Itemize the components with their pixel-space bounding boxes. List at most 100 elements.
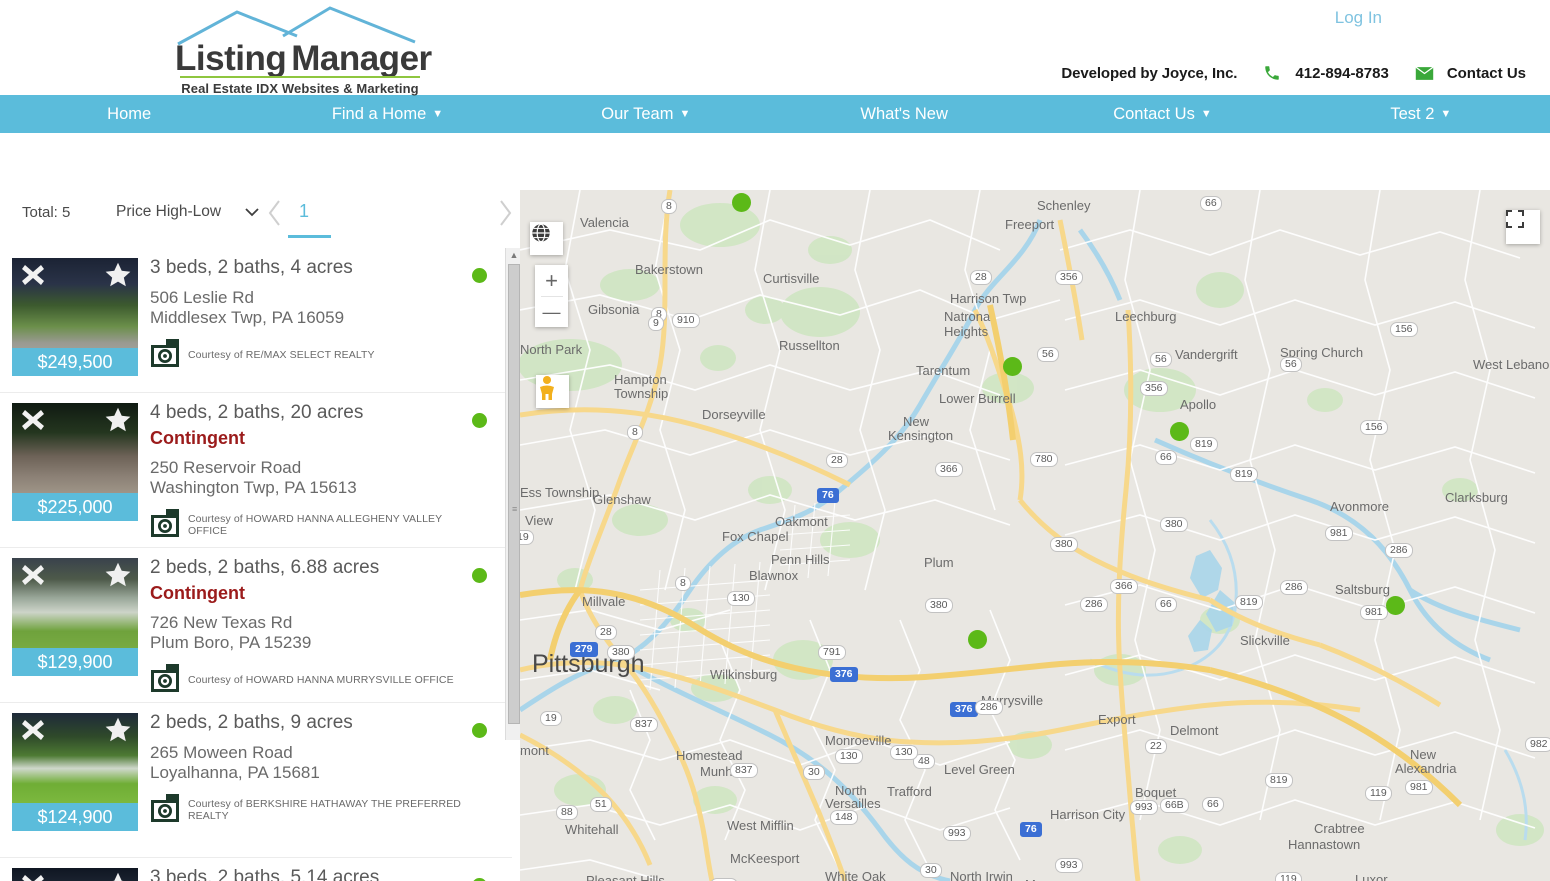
pagination-page-1[interactable]: 1 <box>299 201 309 222</box>
listings-list[interactable]: $249,500 3 beds, 2 baths, 4 acres 506 Lesl… <box>0 248 512 881</box>
map-place-label: Natrona <box>944 309 991 324</box>
close-x-icon[interactable] <box>20 717 46 743</box>
listing-thumbnail[interactable]: $225,000 <box>12 403 138 521</box>
address-line-1: 250 Reservoir Road <box>150 458 302 477</box>
close-x-icon[interactable] <box>20 407 46 433</box>
contact-us-link[interactable]: Contact Us <box>1447 65 1526 82</box>
map-zoom-in-button[interactable]: + <box>535 265 568 296</box>
map-route-shield: 376 <box>830 667 858 682</box>
star-icon[interactable] <box>104 261 132 289</box>
nav-item-home[interactable]: Home <box>0 105 258 124</box>
star-icon[interactable] <box>104 716 132 744</box>
listing-thumbnail[interactable] <box>12 868 138 881</box>
map-zoom-controls: + — <box>535 265 568 327</box>
map-route-shield: 56 <box>1037 347 1059 362</box>
listing-thumbnail[interactable]: $124,900 <box>12 713 138 831</box>
map-place-label: Ess Township <box>520 485 600 500</box>
listing-status-dot <box>472 568 487 583</box>
envelope-icon <box>1415 66 1434 81</box>
star-icon[interactable] <box>104 871 132 881</box>
map-listing-marker[interactable] <box>732 193 751 212</box>
status-badge: Contingent <box>150 428 245 448</box>
map-route-shield: 19 <box>520 530 534 545</box>
listing-card[interactable]: $225,000 4 beds, 2 baths, 20 acres Conting… <box>0 393 512 548</box>
map-place-label: Gibsonia <box>588 302 640 317</box>
map-fullscreen-button[interactable] <box>1506 210 1540 244</box>
listing-address: 726 New Texas Rd Plum Boro, PA 15239 <box>150 613 472 653</box>
map-route-shield: 981 <box>1360 605 1388 620</box>
map-listing-marker[interactable] <box>1170 422 1189 441</box>
pagination-next[interactable] <box>496 198 514 235</box>
map-route-shield: 286 <box>1080 597 1108 612</box>
close-x-icon[interactable] <box>20 562 46 588</box>
map-route-shield: 819 <box>1190 437 1218 452</box>
listing-specs: 2 beds, 2 baths, 6.88 acres <box>150 557 380 578</box>
phone-number[interactable]: 412-894-8783 <box>1295 65 1388 82</box>
login-link[interactable]: Log In <box>1335 8 1382 28</box>
sort-dropdown[interactable]: Price High-Low <box>116 203 260 221</box>
map-type-button[interactable] <box>530 222 563 255</box>
map-route-shield: 910 <box>672 313 700 328</box>
map-listing-marker[interactable] <box>968 630 987 649</box>
street-view-pegman-button[interactable] <box>536 375 569 408</box>
site-logo[interactable]: Listing Manager Real Estate IDX Websites … <box>175 6 432 101</box>
nav-item-our-team[interactable]: Our Team ▼ <box>517 105 775 124</box>
listing-thumbnail[interactable]: $129,900 <box>12 558 138 676</box>
map-listing-marker[interactable] <box>1003 357 1022 376</box>
star-icon[interactable] <box>104 406 132 434</box>
logo-wordmark: Listing Manager <box>175 40 432 78</box>
listing-card[interactable]: $124,900 2 beds, 2 baths, 9 acres 265 Mowe… <box>0 703 512 858</box>
listing-address: 250 Reservoir Road Washington Twp, PA 156… <box>150 458 472 498</box>
nav-item-test-2[interactable]: Test 2 ▼ <box>1292 105 1550 124</box>
listing-card[interactable]: $129,900 2 beds, 2 baths, 6.88 acres Conti… <box>0 548 512 703</box>
listings-scrollbar[interactable]: ▲ ≡ <box>505 248 521 740</box>
map-place-label: Clarksburg <box>1445 490 1508 505</box>
header-contact-row: Developed by Joyce, Inc. 412-894-8783 Co… <box>1061 64 1526 82</box>
map-route-shield: 8 <box>627 425 643 440</box>
map-place-label: Alexandria <box>1395 761 1457 776</box>
listing-thumbnail[interactable]: $249,500 <box>12 258 138 376</box>
map-zoom-out-button[interactable]: — <box>535 297 568 328</box>
map-route-shield: 993 <box>943 826 971 841</box>
star-icon[interactable] <box>104 561 132 589</box>
listing-price: $124,900 <box>12 803 138 831</box>
map-place-label: Pleasant Hills <box>586 873 665 881</box>
close-x-icon[interactable] <box>20 262 46 288</box>
map-route-shield: 279 <box>570 642 598 657</box>
map-place-label: Monroeville <box>825 733 892 748</box>
map-route-shield: 30 <box>803 765 825 780</box>
map-route-shield: 356 <box>1140 381 1168 396</box>
listing-details: 2 beds, 2 baths, 9 acres 265 Moween Road L… <box>150 711 472 828</box>
map-route-shield: 156 <box>1390 322 1418 337</box>
address-line-1: 265 Moween Road <box>150 743 293 762</box>
courtesy-text: Courtesy of BERKSHIRE HATHAWAY THE PREFE… <box>188 797 461 822</box>
map-route-shield: 380 <box>607 645 635 660</box>
nav-item-what-s-new[interactable]: What's New <box>775 105 1033 124</box>
listing-specs: 2 beds, 2 baths, 9 acres <box>150 712 353 733</box>
map-listing-marker[interactable] <box>1386 596 1405 615</box>
address-line-2: Loyalhanna, PA 15681 <box>150 763 320 782</box>
listing-specs: 3 beds, 2 baths, 4 acres <box>150 257 353 278</box>
map-place-label: Tarentum <box>916 363 971 378</box>
listing-courtesy: Courtesy of HOWARD HANNA MURRYSVILLE OFF… <box>150 661 472 698</box>
pagination-prev[interactable] <box>266 198 284 235</box>
map-route-shield: 993 <box>1055 858 1083 873</box>
map-route-shield: 286 <box>1385 543 1413 558</box>
listing-card[interactable]: 3 beds, 2 baths, 5.14 acres <box>0 858 512 881</box>
phone-icon <box>1263 64 1281 82</box>
listing-courtesy: Courtesy of RE/MAX SELECT REALTY <box>150 336 472 373</box>
listing-card[interactable]: $249,500 3 beds, 2 baths, 4 acres 506 Lesl… <box>0 248 512 393</box>
close-x-icon[interactable] <box>20 872 46 881</box>
listing-details: 3 beds, 2 baths, 4 acres 506 Leslie Rd Mid… <box>150 256 472 373</box>
map-route-shield: 819 <box>1235 595 1263 610</box>
nav-item-contact-us[interactable]: Contact Us ▼ <box>1033 105 1291 124</box>
map-route-shield: 380 <box>1160 517 1188 532</box>
map-route-shield: 28 <box>595 625 617 640</box>
map-canvas[interactable]: Valencia Schenley Freeport Bakerstown Curtis… <box>520 190 1550 881</box>
chevron-down-icon <box>245 205 260 219</box>
map-route-shield: 19 <box>540 711 562 726</box>
scrollbar-thumb[interactable]: ≡ <box>508 264 520 724</box>
address-line-1: 506 Leslie Rd <box>150 288 254 307</box>
nav-item-find-a-home[interactable]: Find a Home ▼ <box>258 105 516 124</box>
map-route-shield: 791 <box>818 645 846 660</box>
